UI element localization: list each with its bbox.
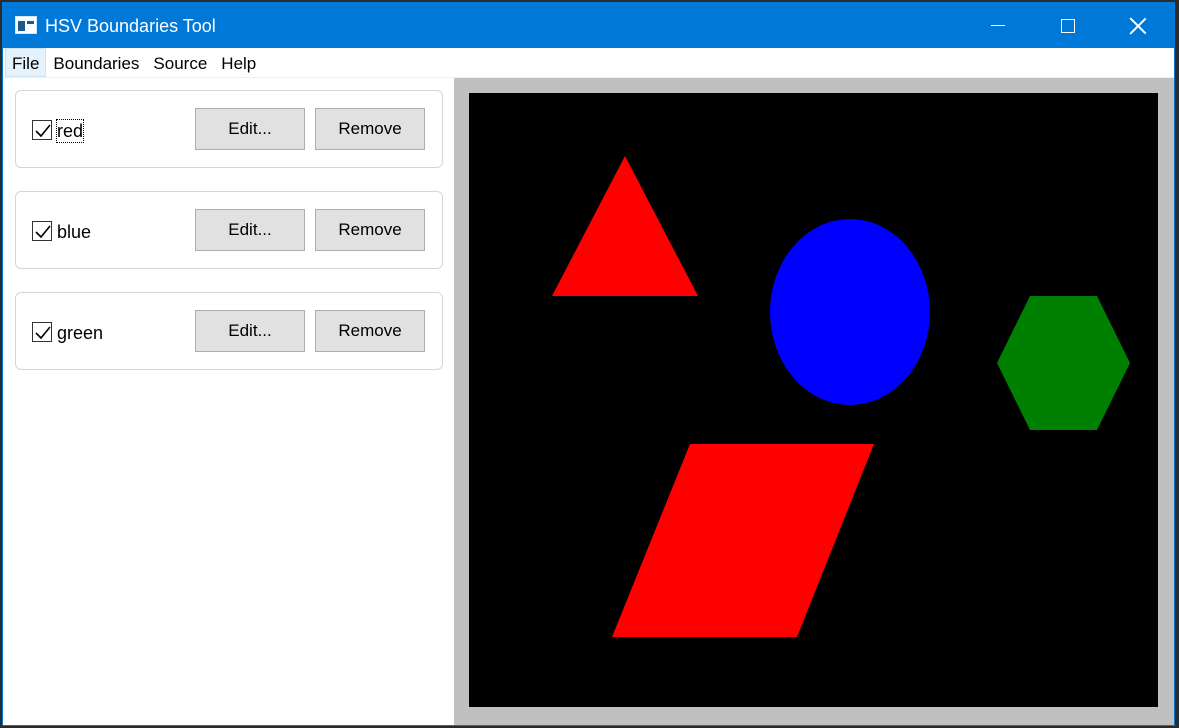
boundary-row-blue: blue Edit... Remove	[15, 191, 443, 269]
menu-boundaries[interactable]: Boundaries	[46, 48, 146, 77]
blue-circle-shape	[770, 219, 930, 405]
red-triangle-shape	[552, 156, 698, 296]
checkmark-icon	[35, 326, 51, 340]
edit-button[interactable]: Edit...	[195, 209, 305, 251]
boundaries-panel: red Edit... Remove blue Edit... Remove g…	[3, 78, 453, 725]
title-bar[interactable]: HSV Boundaries Tool	[3, 3, 1174, 48]
remove-button[interactable]: Remove	[315, 209, 425, 251]
app-icon	[15, 16, 37, 34]
remove-button[interactable]: Remove	[315, 310, 425, 352]
menu-source[interactable]: Source	[146, 48, 214, 77]
remove-button[interactable]: Remove	[315, 108, 425, 150]
image-view-panel	[454, 78, 1174, 725]
source-image[interactable]	[469, 93, 1158, 707]
boundary-name: blue	[57, 222, 92, 242]
minimize-button[interactable]	[963, 3, 1033, 48]
edit-button[interactable]: Edit...	[195, 108, 305, 150]
app-window: HSV Boundaries Tool File Boundaries Sour…	[2, 2, 1175, 726]
edit-button[interactable]: Edit...	[195, 310, 305, 352]
boundary-name: red	[55, 119, 85, 143]
boundary-row-red: red Edit... Remove	[15, 90, 443, 168]
menu-file[interactable]: File	[5, 48, 47, 77]
red-parallelogram-shape	[612, 444, 874, 637]
close-icon	[1129, 17, 1147, 35]
checkmark-icon	[35, 225, 51, 239]
window-title: HSV Boundaries Tool	[45, 16, 216, 36]
minimize-icon	[991, 25, 1005, 26]
green-hexagon-shape	[997, 296, 1130, 430]
boundary-row-green: green Edit... Remove	[15, 292, 443, 370]
shapes-image	[552, 156, 1130, 637]
boundary-name: green	[57, 323, 104, 343]
checkmark-icon	[35, 124, 51, 138]
maximize-button[interactable]	[1033, 3, 1103, 48]
boundary-enabled-checkbox[interactable]	[32, 322, 52, 342]
menu-bar: File Boundaries Source Help	[3, 48, 1174, 78]
menu-help[interactable]: Help	[214, 48, 263, 77]
boundary-enabled-checkbox[interactable]	[32, 120, 52, 140]
close-button[interactable]	[1103, 3, 1173, 48]
boundary-enabled-checkbox[interactable]	[32, 221, 52, 241]
maximize-icon	[1061, 18, 1075, 33]
